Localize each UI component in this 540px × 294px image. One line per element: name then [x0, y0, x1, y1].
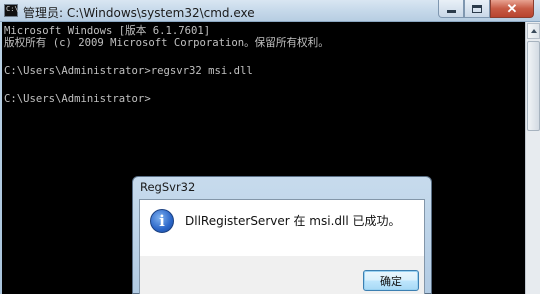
minimize-icon	[446, 10, 456, 13]
console-line: Microsoft Windows [版本 6.1.7601]	[4, 25, 211, 37]
titlebar[interactable]: 管理员: C:\Windows\system32\cmd.exe ✕	[0, 0, 540, 22]
window-title: 管理员: C:\Windows\system32\cmd.exe	[23, 6, 255, 20]
close-icon: ✕	[506, 1, 518, 16]
scroll-up-button[interactable]	[527, 23, 540, 39]
regsvr32-dialog: RegSvr32 i DllRegisterServer 在 msi.dll 已…	[132, 176, 432, 294]
console-line: 版权所有 (c) 2009 Microsoft Corporation。保留所有…	[4, 37, 329, 49]
scroll-thumb[interactable]	[527, 41, 540, 131]
maximize-icon	[472, 4, 482, 13]
console-line: C:\Users\Administrator>regsvr32 msi.dll	[4, 65, 253, 77]
dialog-body: i DllRegisterServer 在 msi.dll 已成功。	[140, 200, 424, 256]
console-line: C:\Users\Administrator>	[4, 93, 151, 105]
arrow-up-icon	[530, 29, 537, 33]
cmd-icon	[4, 4, 19, 17]
vertical-scrollbar[interactable]	[525, 22, 540, 294]
dialog-client: i DllRegisterServer 在 msi.dll 已成功。 确定	[139, 199, 425, 294]
dialog-title: RegSvr32	[140, 180, 196, 194]
dialog-message: DllRegisterServer 在 msi.dll 已成功。	[185, 214, 401, 228]
info-icon: i	[150, 209, 174, 233]
ok-button[interactable]: 确定	[363, 270, 419, 291]
close-button[interactable]: ✕	[490, 0, 534, 18]
minimize-button[interactable]	[438, 0, 464, 18]
maximize-button[interactable]	[464, 0, 490, 18]
caption-buttons: ✕	[438, 0, 534, 18]
